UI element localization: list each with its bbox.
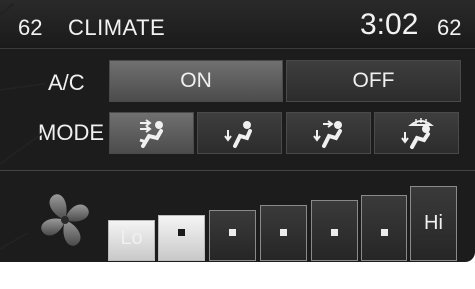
fan-level-hi-label: Hi <box>424 212 443 234</box>
fan-level-marker <box>280 229 287 236</box>
fan-level-6[interactable] <box>361 195 407 261</box>
fan-level-4[interactable] <box>260 205 307 261</box>
clock: 3:02 <box>360 8 419 41</box>
ac-off-button[interactable]: OFF <box>286 60 461 102</box>
mode-floor-defrost-button[interactable] <box>374 112 459 154</box>
page-title: CLIMATE <box>68 15 166 40</box>
climate-screen: 62 CLIMATE 3:02 62 A/C ON OFF MODE Lo Hi <box>0 0 475 289</box>
fan-icon <box>41 194 89 246</box>
climate-panel: 62 CLIMATE 3:02 62 A/C ON OFF MODE Lo Hi <box>0 0 475 262</box>
ac-on-button[interactable]: ON <box>109 60 283 102</box>
section-divider <box>0 170 475 171</box>
passenger-temp[interactable]: 62 <box>437 15 461 41</box>
floor-defrost-vent-icon <box>400 118 434 149</box>
fan-level-2[interactable] <box>158 215 205 261</box>
fan-level-marker <box>380 229 388 236</box>
fan-level-marker <box>229 229 236 236</box>
fan-level-5[interactable] <box>311 200 358 261</box>
driver-temp[interactable]: 62 <box>18 15 42 41</box>
mode-label: MODE <box>38 120 104 145</box>
face-vent-icon <box>139 119 163 148</box>
fan-level-lo[interactable]: Lo <box>108 220 155 261</box>
header-bar: 62 CLIMATE 3:02 62 <box>0 0 475 49</box>
mode-face-floor-button[interactable] <box>286 112 371 154</box>
fan-level-marker <box>178 229 185 236</box>
floor-vent-icon <box>223 121 252 148</box>
fan-level-hi[interactable]: Hi <box>410 186 457 261</box>
fan-level-marker <box>331 229 338 236</box>
face-floor-vent-icon <box>312 120 342 148</box>
mode-floor-button[interactable] <box>197 112 282 154</box>
ac-label: A/C <box>48 70 85 95</box>
fan-level-3[interactable] <box>209 210 256 261</box>
mode-face-button[interactable] <box>109 112 194 154</box>
fan-level-lo-label: Lo <box>120 227 143 249</box>
